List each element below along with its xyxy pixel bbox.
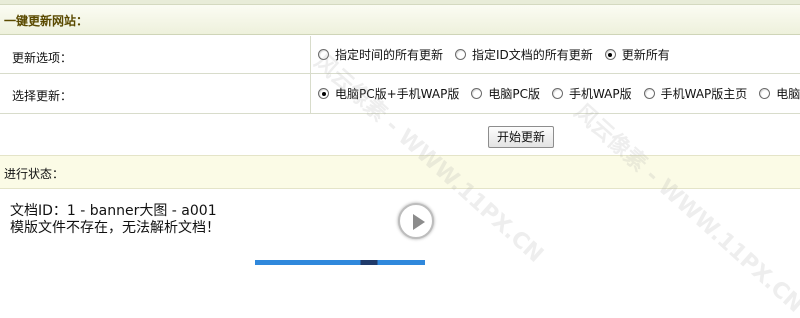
update-option-all[interactable]: 更新所有	[604, 46, 670, 63]
radio-button[interactable]	[318, 49, 329, 60]
update-options-group: 指定时间的所有更新 指定ID文档的所有更新 更新所有	[318, 36, 682, 73]
select-option-wap[interactable]: 手机WAP版	[551, 85, 632, 102]
select-option-pc[interactable]: 电脑PC版	[471, 85, 540, 102]
option-label: 手机WAP版主页	[660, 87, 748, 101]
option-label: 指定时间的所有更新	[335, 48, 444, 62]
radio-button[interactable]	[471, 88, 483, 99]
status-log: 文档ID：1 - banner大图 - a001 模版文件不存在，无法解析文档！	[10, 203, 220, 237]
section-title: 一键更新网站：	[4, 14, 89, 28]
radio-button-selected[interactable]	[318, 88, 329, 99]
select-option-wap-home[interactable]: 手机WAP版主页	[643, 85, 748, 102]
update-options-row: 更新选项： 指定时间的所有更新 指定ID文档的所有更新 更新所有	[0, 36, 800, 74]
option-label: 电脑PC版主	[776, 87, 800, 101]
start-update-button[interactable]: 开始更新	[488, 126, 555, 148]
status-label: 进行状态：	[4, 167, 65, 181]
select-update-row: 选择更新： 电脑PC版+手机WAP版 电脑PC版 手机WAP版 手机WAP版主页…	[0, 74, 800, 114]
option-label: 手机WAP版	[568, 87, 632, 101]
update-options-label: 更新选项：	[12, 51, 73, 65]
status-header: 进行状态：	[0, 155, 800, 189]
radio-button[interactable]	[643, 88, 655, 99]
update-option-by-id[interactable]: 指定ID文档的所有更新	[455, 46, 593, 63]
section-header: 一键更新网站：	[0, 5, 800, 35]
option-label: 指定ID文档的所有更新	[472, 48, 593, 62]
radio-button[interactable]	[759, 88, 771, 99]
radio-button-selected[interactable]	[604, 49, 616, 60]
option-label: 电脑PC版	[488, 87, 540, 101]
log-line: 模版文件不存在，无法解析文档！	[10, 220, 220, 236]
button-row: 开始更新	[0, 114, 800, 154]
option-label: 更新所有	[621, 48, 670, 62]
select-option-pc-and-wap[interactable]: 电脑PC版+手机WAP版	[318, 85, 459, 102]
option-label: 电脑PC版+手机WAP版	[335, 87, 460, 101]
select-update-label: 选择更新：	[12, 89, 73, 103]
update-option-by-time[interactable]: 指定时间的所有更新	[318, 46, 443, 63]
radio-button[interactable]	[551, 88, 563, 99]
bottom-progress-bar	[255, 260, 425, 265]
select-option-pc-home[interactable]: 电脑PC版主	[759, 85, 800, 102]
select-update-group: 电脑PC版+手机WAP版 电脑PC版 手机WAP版 手机WAP版主页 电脑PC版…	[318, 74, 800, 113]
log-line: 文档ID：1 - banner大图 - a001	[10, 203, 217, 219]
radio-button[interactable]	[455, 49, 467, 60]
column-divider	[310, 36, 311, 114]
play-icon[interactable]	[398, 203, 434, 239]
